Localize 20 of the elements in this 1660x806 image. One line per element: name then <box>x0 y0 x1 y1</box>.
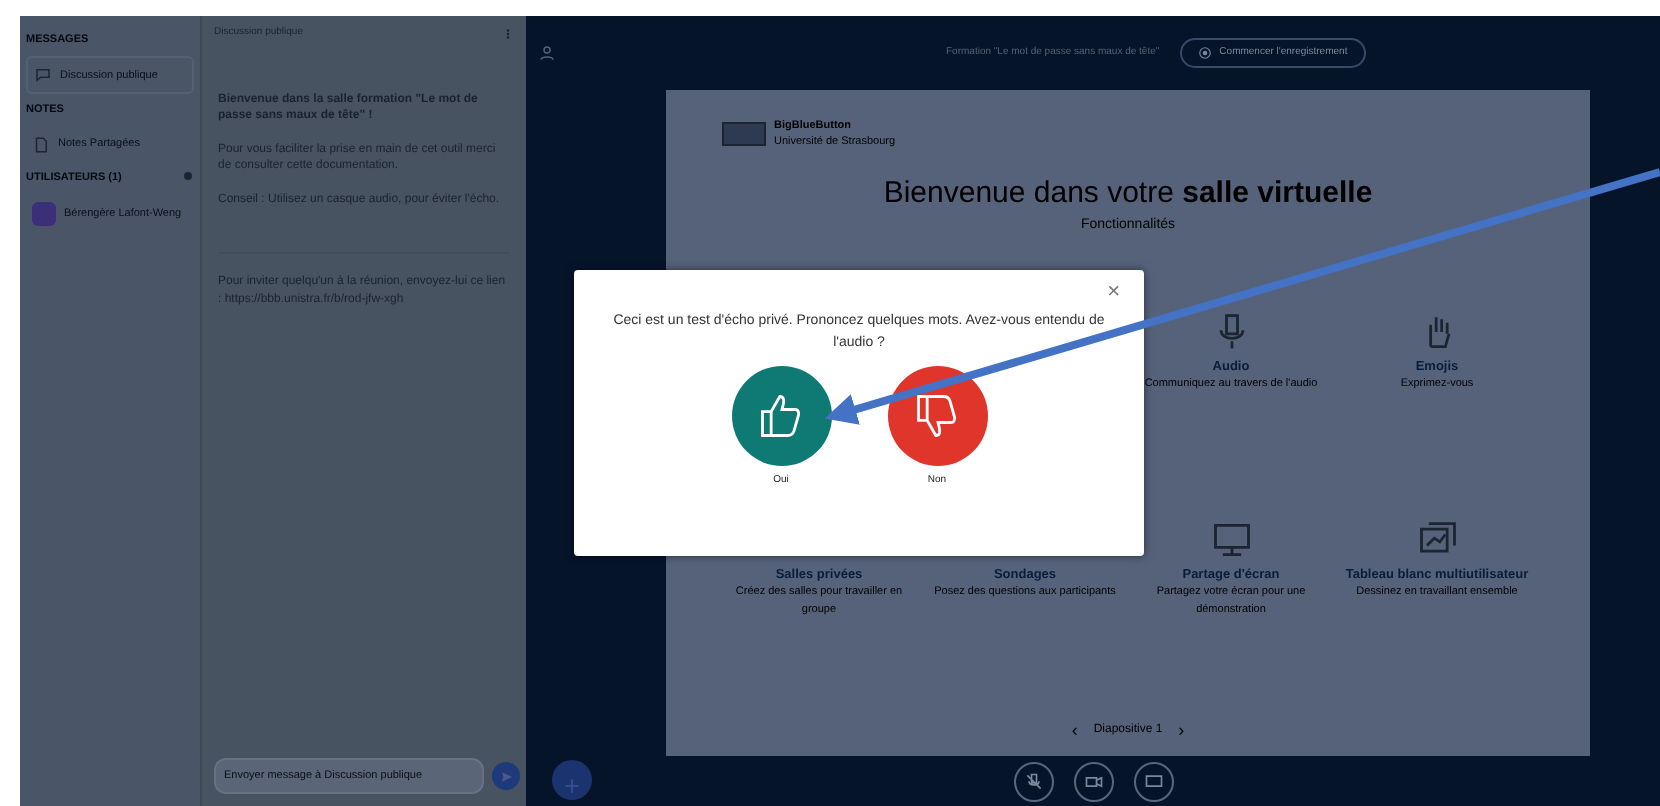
settings-icon <box>182 169 194 181</box>
avatar <box>32 201 56 226</box>
more-options-icon <box>502 26 514 42</box>
mute-microphone-button[interactable] <box>1013 762 1053 802</box>
previous-slide-button[interactable]: ‹ <box>1071 717 1078 744</box>
mute-microphone-icon <box>1023 772 1043 792</box>
logo-drawing <box>722 122 766 147</box>
camera-button[interactable] <box>1073 762 1113 802</box>
share-screen-icon <box>1143 772 1163 792</box>
slide-heading: Bienvenue dans votre salle virtuelle <box>881 173 1375 213</box>
close-button[interactable]: × <box>1107 282 1120 304</box>
send-icon <box>499 769 513 783</box>
chat-icon <box>34 66 52 85</box>
camera-icon <box>1083 772 1103 792</box>
plus-icon <box>562 775 582 796</box>
notes-icon <box>32 135 50 153</box>
record-icon <box>1197 46 1212 60</box>
share-screen-button[interactable] <box>1133 762 1173 802</box>
users-icon <box>538 44 556 62</box>
next-slide-button[interactable]: › <box>1178 717 1185 744</box>
